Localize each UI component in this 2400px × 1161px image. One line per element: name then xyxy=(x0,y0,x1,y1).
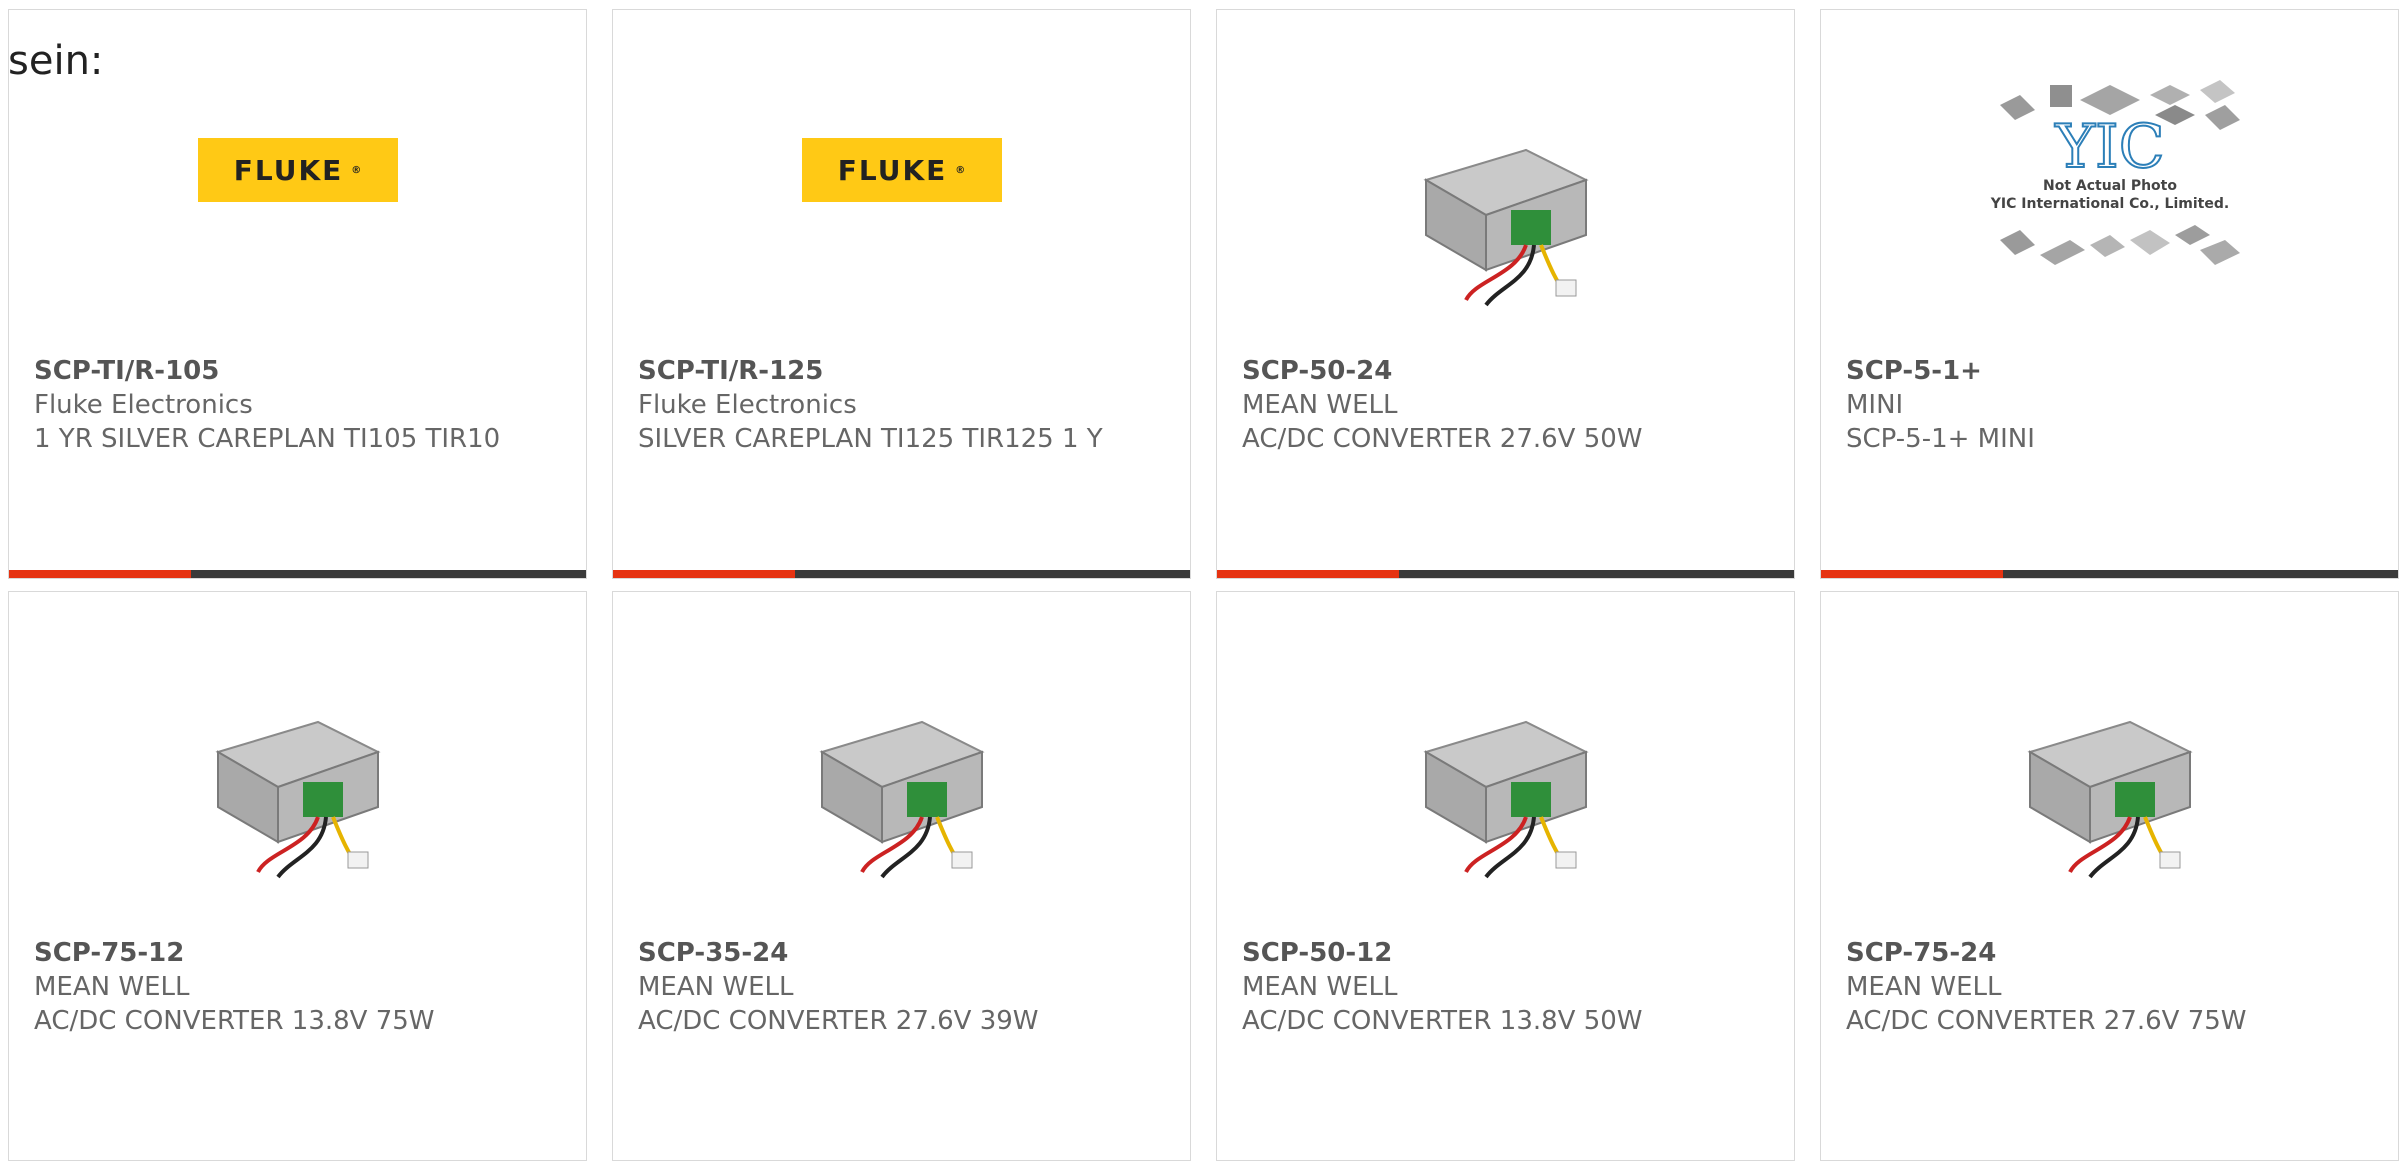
manufacturer: MEAN WELL xyxy=(34,972,190,1002)
power-supply-image xyxy=(1423,720,1589,879)
svg-text:Not Actual Photo: Not Actual Photo xyxy=(2043,178,2177,194)
power-supply-image xyxy=(2027,720,2193,879)
product-image[interactable]: FLUKE ® xyxy=(613,90,1190,330)
description: AC/DC CONVERTER 13.8V 75W xyxy=(34,1006,435,1036)
product-card[interactable]: SCP-50-12 MEAN WELL AC/DC CONVERTER 13.8… xyxy=(1216,591,1795,1161)
part-number[interactable]: SCP-TI/R-125 xyxy=(638,354,1170,388)
product-card[interactable]: SCP-75-12 MEAN WELL AC/DC CONVERTER 13.8… xyxy=(8,591,587,1161)
card-bottom-bar xyxy=(613,570,1190,578)
description: AC/DC CONVERTER 27.6V 50W xyxy=(1242,424,1643,454)
part-number[interactable]: SCP-TI/R-105 xyxy=(34,354,566,388)
svg-text:YIC: YIC xyxy=(2054,112,2164,182)
product-image[interactable] xyxy=(1217,662,1794,902)
description: SCP-5-1+ MINI xyxy=(1846,424,2035,454)
card-bottom-bar xyxy=(9,570,586,578)
power-supply-image xyxy=(215,720,381,879)
part-number[interactable]: SCP-50-24 xyxy=(1242,354,1774,388)
product-image[interactable] xyxy=(1821,662,2398,902)
product-image[interactable]: FLUKE ® xyxy=(9,90,586,330)
manufacturer: MEAN WELL xyxy=(1846,972,2002,1002)
power-supply-image xyxy=(819,720,985,879)
svg-text:YIC International Co., Limited: YIC International Co., Limited. xyxy=(1989,196,2228,212)
part-number[interactable]: SCP-35-24 xyxy=(638,936,1170,970)
manufacturer: MEAN WELL xyxy=(1242,972,1398,1002)
description: SILVER CAREPLAN TI125 TIR125 1 Y xyxy=(638,424,1103,454)
manufacturer: Fluke Electronics xyxy=(34,390,253,420)
product-card[interactable]: SCP-50-24 MEAN WELL AC/DC CONVERTER 27.6… xyxy=(1216,9,1795,579)
product-image[interactable] xyxy=(1217,90,1794,330)
manufacturer: MEAN WELL xyxy=(638,972,794,1002)
yic-placeholder-image: YIC Not Actual Photo YIC International C… xyxy=(1989,80,2240,265)
description: 1 YR SILVER CAREPLAN TI105 TIR10 xyxy=(34,424,501,454)
product-image[interactable] xyxy=(9,662,586,902)
product-image[interactable]: YIC Not Actual Photo YIC International C… xyxy=(1821,80,2398,330)
intro-text: sein: xyxy=(8,38,104,84)
fluke-logo: FLUKE ® xyxy=(801,138,1002,202)
description: AC/DC CONVERTER 13.8V 50W xyxy=(1242,1006,1643,1036)
power-supply-image xyxy=(1423,148,1589,307)
part-number[interactable]: SCP-5-1+ xyxy=(1846,354,2378,388)
fluke-logo: FLUKE ® xyxy=(197,138,398,202)
product-card[interactable]: FLUKE ® SCP-TI/R-105 Fluke Electronics 1 … xyxy=(8,9,587,579)
card-bottom-bar xyxy=(1217,570,1794,578)
product-grid: FLUKE ® SCP-TI/R-105 Fluke Electronics 1 … xyxy=(8,9,2399,1161)
card-bottom-bar xyxy=(1821,570,2398,578)
description: AC/DC CONVERTER 27.6V 39W xyxy=(638,1006,1039,1036)
product-page: sein: FLUKE ® SCP-TI/R-105 Fluke Electron… xyxy=(0,0,2400,1161)
part-number[interactable]: SCP-75-24 xyxy=(1846,936,2378,970)
manufacturer: MEAN WELL xyxy=(1242,390,1398,420)
part-number[interactable]: SCP-50-12 xyxy=(1242,936,1774,970)
manufacturer: Fluke Electronics xyxy=(638,390,857,420)
product-card[interactable]: YIC Not Actual Photo YIC International C… xyxy=(1820,9,2399,579)
description: AC/DC CONVERTER 27.6V 75W xyxy=(1846,1006,2247,1036)
product-image[interactable] xyxy=(613,662,1190,902)
part-number[interactable]: SCP-75-12 xyxy=(34,936,566,970)
product-card[interactable]: SCP-35-24 MEAN WELL AC/DC CONVERTER 27.6… xyxy=(612,591,1191,1161)
manufacturer: MINI xyxy=(1846,390,1904,420)
product-card[interactable]: SCP-75-24 MEAN WELL AC/DC CONVERTER 27.6… xyxy=(1820,591,2399,1161)
product-card[interactable]: FLUKE ® SCP-TI/R-125 Fluke Electronics SI… xyxy=(612,9,1191,579)
